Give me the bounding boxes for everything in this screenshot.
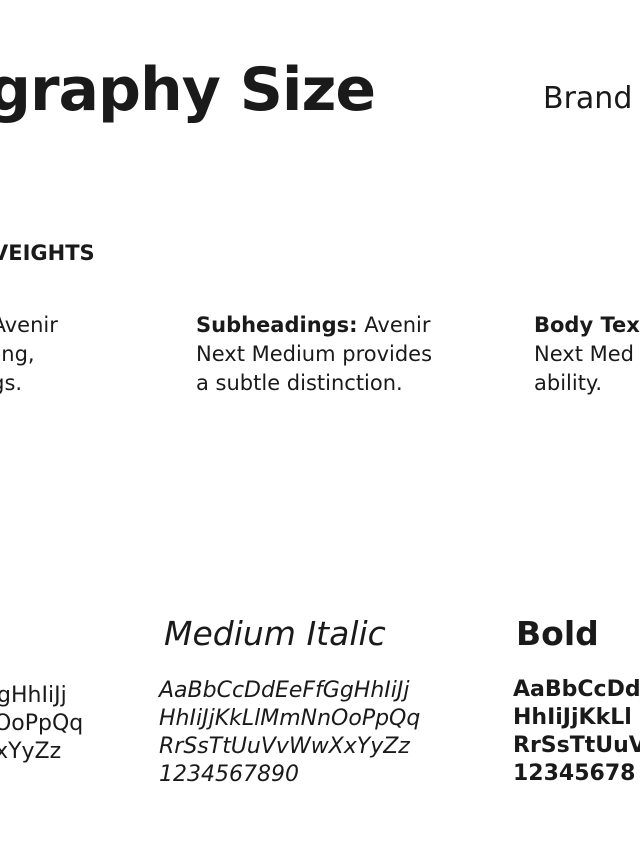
heading-weight-description: e Avenir trong, ings. xyxy=(0,311,58,398)
specimen-line: RrSsTtUuV xyxy=(513,733,640,758)
regular-specimen: GgHhIiJj nOoPpQq XxYyZz xyxy=(0,682,83,766)
specimen-line: RrSsTtUuVvWwXxYyZz xyxy=(159,734,410,759)
description-line: Next Medium provides xyxy=(196,342,433,366)
description-line: e Avenir xyxy=(0,313,58,337)
typography-page: graphy Size Brand VEIGHTS e Avenir trong… xyxy=(0,0,640,853)
specimen-line: AaBbCcDdEeFfGgHhIiJj xyxy=(159,678,410,703)
brand-heading: Brand xyxy=(543,81,633,116)
subheadings-lead: Subheadings: xyxy=(196,313,358,337)
specimen-line: XxYyZz xyxy=(0,739,62,764)
bold-specimen: AaBbCcDd HhIiJjKkLl RrSsTtUuV 12345678 xyxy=(513,676,640,788)
description-line: a subtle distinction. xyxy=(196,371,403,395)
subheading-weight-description: Subheadings: Avenir Next Medium provides… xyxy=(196,311,432,398)
body-text-weight-description: Body Tex Next Med ability. xyxy=(534,311,640,398)
description-line: Subheadings: Avenir xyxy=(196,311,432,340)
bold-style-name: Bold xyxy=(516,614,599,653)
description-line: Next Med xyxy=(534,342,634,366)
description-line: Body Tex xyxy=(534,311,640,340)
specimen-line: AaBbCcDd xyxy=(513,677,640,702)
specimen-line: HhIiJjKkLlMmNnOoPpQq xyxy=(159,706,421,731)
specimen-line: GgHhIiJj xyxy=(0,683,67,708)
specimen-line: 12345678 xyxy=(513,761,636,786)
description-text: Avenir xyxy=(357,313,431,337)
description-line: trong, xyxy=(0,342,35,366)
description-line: ability. xyxy=(534,371,603,395)
page-title: graphy Size xyxy=(0,55,376,125)
specimen-line: 1234567890 xyxy=(159,762,299,787)
medium-italic-style-name: Medium Italic xyxy=(164,614,386,653)
description-line: ings. xyxy=(0,371,23,395)
body-text-lead: Body Tex xyxy=(534,313,640,337)
weights-section-label: VEIGHTS xyxy=(0,241,95,265)
medium-italic-specimen: AaBbCcDdEeFfGgHhIiJj HhIiJjKkLlMmNnOoPpQ… xyxy=(159,677,420,789)
specimen-line: nOoPpQq xyxy=(0,711,84,736)
specimen-line: HhIiJjKkLl xyxy=(513,705,632,730)
